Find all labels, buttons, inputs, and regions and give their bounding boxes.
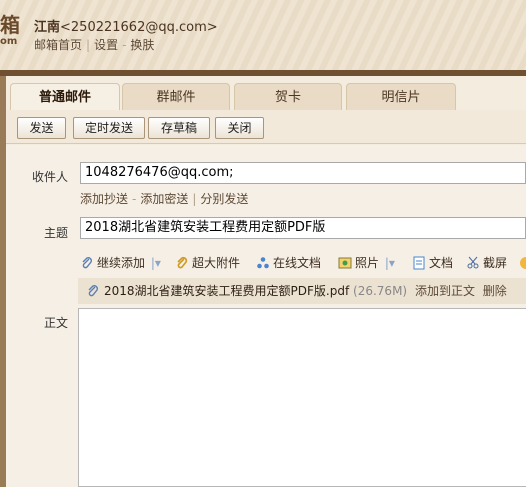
add-bcc-link[interactable]: 添加密送 <box>140 192 188 206</box>
to-field[interactable]: 1048276476@qq.com; <box>80 162 526 184</box>
scissors-icon <box>467 256 479 269</box>
user-info: 江南<250221662@qq.com> <box>34 16 218 35</box>
document-button[interactable]: 文档 <box>412 253 453 273</box>
mailbox-logo: 箱 om <box>0 14 20 48</box>
separate-send-link[interactable]: 分别发送 <box>200 192 248 206</box>
logo-char: 箱 <box>0 13 20 37</box>
large-paperclip-icon <box>177 256 188 269</box>
user-email: <250221662@qq.com> <box>60 20 218 35</box>
compose-form: 收件人 1048276476@qq.com; 添加抄送 - 添加密送 | 分别发送 主题… <box>6 145 526 487</box>
screenshot-label: 截屏 <box>483 256 508 270</box>
paperclip-icon <box>88 285 98 297</box>
body-editor[interactable] <box>78 308 526 487</box>
scheduled-send-button[interactable]: 定时发送 <box>73 117 145 139</box>
skin-link[interactable]: 换肤 <box>130 38 154 52</box>
continue-add-label: 继续添加 <box>97 256 146 270</box>
header-divider-bar <box>0 70 526 76</box>
online-doc-icon <box>257 257 269 269</box>
divider: - <box>122 38 127 52</box>
continue-add-button[interactable]: 继续添加 |▾ <box>80 253 161 273</box>
screenshot-button[interactable]: 截屏 <box>466 253 507 273</box>
subject-field[interactable]: 2018湖北省建筑安装工程费用定额PDF版 <box>80 217 526 239</box>
divider: | <box>86 38 91 52</box>
home-link[interactable]: 邮箱首页 <box>34 38 82 52</box>
attachment-item: 2018湖北省建筑安装工程费用定额PDF版.pdf (26.76M) 添加到正文… <box>78 278 526 304</box>
online-doc-label: 在线文档 <box>273 256 322 270</box>
logo-sub: om <box>0 36 18 47</box>
add-to-body-link[interactable]: 添加到正文 <box>415 284 475 298</box>
mail-header: 箱 om 江南<250221662@qq.com> 邮箱首页 | 设置 - 换肤 <box>0 0 526 70</box>
more-icon[interactable] <box>520 253 526 273</box>
settings-link[interactable]: 设置 <box>94 38 118 52</box>
chevron-down-icon: |▾ <box>384 256 395 270</box>
subject-label: 主题 <box>43 226 68 240</box>
online-doc-button[interactable]: 在线文档 <box>256 253 321 273</box>
tab-normal-mail[interactable]: 普通邮件 <box>10 83 120 111</box>
document-icon <box>413 256 425 270</box>
chevron-down-icon: |▾ <box>150 256 161 270</box>
attachment-filename: 2018湖北省建筑安装工程费用定额PDF版.pdf <box>104 284 350 298</box>
large-attach-label: 超大附件 <box>192 256 241 270</box>
document-label: 文档 <box>429 256 454 270</box>
close-button[interactable]: 关闭 <box>215 117 264 139</box>
divider: | <box>192 192 197 206</box>
tab-greeting-card[interactable]: 贺卡 <box>234 83 342 110</box>
tab-postcard[interactable]: 明信片 <box>346 83 456 110</box>
photo-label: 照片 <box>355 256 380 270</box>
photo-button[interactable]: 照片 |▾ <box>338 253 395 273</box>
subject-value: 2018湖北省建筑安装工程费用定额PDF版 <box>85 220 326 235</box>
save-draft-button[interactable]: 存草稿 <box>148 117 210 139</box>
tab-group-mail[interactable]: 群邮件 <box>122 83 230 110</box>
add-cc-link[interactable]: 添加抄送 <box>80 192 128 206</box>
recipient-options: 添加抄送 - 添加密送 | 分别发送 <box>80 190 248 207</box>
divider: - <box>132 192 137 206</box>
compose-toolbar: 发送 定时发送 存草稿 关闭 <box>6 110 526 144</box>
to-label: 收件人 <box>31 170 68 184</box>
send-button[interactable]: 发送 <box>17 117 66 139</box>
attachment-size: (26.76M) <box>353 284 408 298</box>
user-name: 江南 <box>34 20 61 35</box>
photo-icon <box>338 257 352 269</box>
delete-attachment-link[interactable]: 删除 <box>483 284 507 298</box>
body-label: 正文 <box>43 316 68 330</box>
large-attachment-button[interactable]: 超大附件 <box>175 253 240 273</box>
header-links: 邮箱首页 | 设置 - 换肤 <box>34 36 154 53</box>
paperclip-icon <box>82 257 92 269</box>
to-value: 1048276476@qq.com; <box>85 165 234 180</box>
